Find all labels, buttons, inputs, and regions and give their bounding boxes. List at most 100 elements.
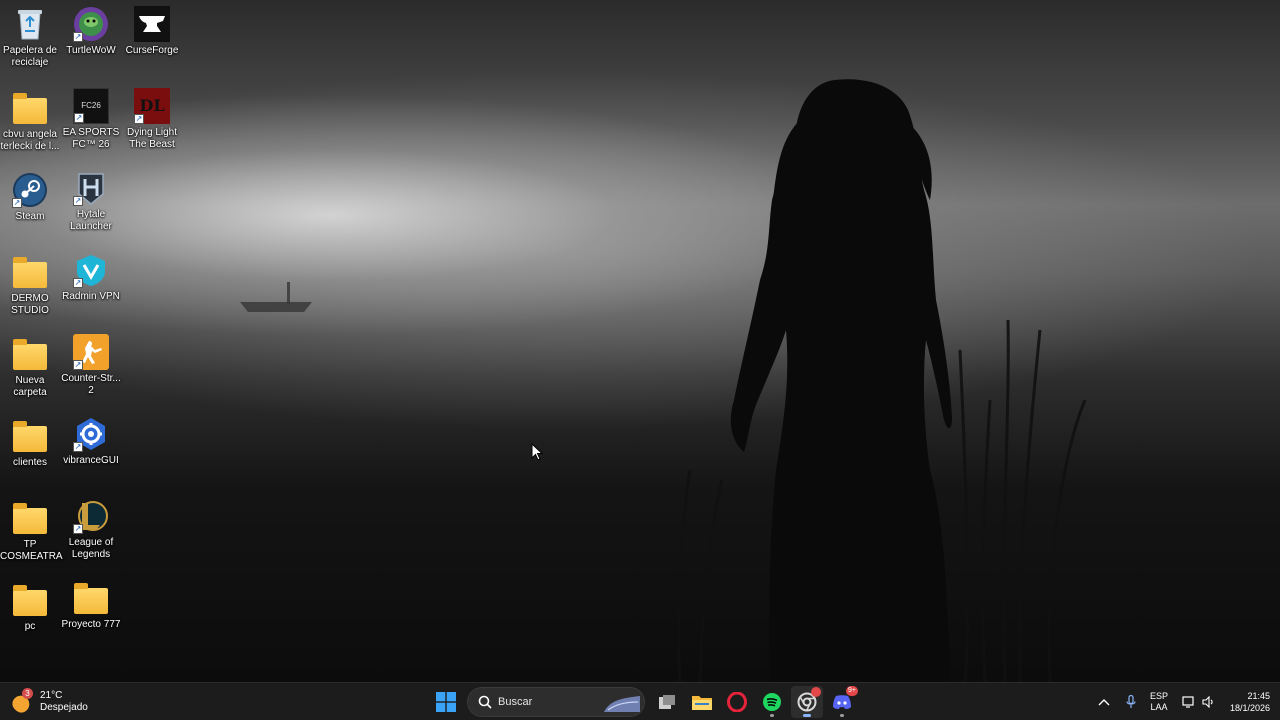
desktop-icon-label: vibranceGUI [63, 455, 119, 466]
spotify-button[interactable] [756, 686, 788, 718]
keyboard-layout: LAA [1150, 702, 1168, 712]
system-tray: ESP LAA 21:45 18/1/2026 [1088, 683, 1270, 720]
weather-condition: Despejado [40, 702, 88, 713]
desktop-icon-label: CurseForge [125, 45, 179, 56]
desktop-icon-folder-clientes[interactable]: clientes [0, 418, 60, 469]
desktop-icon-label: Hytale Launcher [70, 209, 112, 232]
discord-button[interactable]: 9+ [826, 686, 858, 718]
desktop-icon-label: EA SPORTS FC™ 26 [62, 127, 120, 150]
weather-widget[interactable]: 3 21°C Despejado [12, 687, 88, 717]
discord-icon [833, 695, 851, 709]
desktop-icon-folder-dermo[interactable]: DERMO STUDIO [0, 254, 60, 317]
vibrancegui-icon: ↗ [73, 416, 109, 452]
desktop-icon-ea-fc[interactable]: FC26 ↗ EA SPORTS FC™ 26 [61, 88, 121, 151]
desktop-icon-counter-strike[interactable]: ↗ Counter-Str... 2 [61, 334, 121, 397]
microphone-button[interactable] [1126, 695, 1136, 709]
opera-button[interactable] [721, 686, 753, 718]
desktop-icon-label: Dying Light The Beast [126, 127, 178, 150]
windows-start-icon [436, 692, 456, 712]
desktop-icon-label: Papelera de reciclaje [3, 45, 57, 68]
desktop-icon-label: TP COSMEATRA [0, 539, 63, 562]
desktop-icon-label: pc [24, 621, 36, 632]
volume-button[interactable] [1202, 696, 1216, 708]
desktop-icon-radmin-vpn[interactable]: ↗ Radmin VPN [61, 252, 121, 303]
desktop-icon-label: TurtleWoW [66, 45, 116, 56]
desktop-icon-recycle-bin[interactable]: Papelera de reciclaje [0, 6, 60, 69]
desktop-icon-vibrancegui[interactable]: ↗ vibranceGUI [61, 416, 121, 467]
desktop-icon-label: Nueva carpeta [13, 375, 47, 398]
desktop-icon-folder-pc[interactable]: pc [0, 582, 60, 633]
language-code: ESP [1149, 691, 1168, 701]
file-explorer-icon [692, 696, 712, 710]
discord-badge: 9+ [846, 686, 858, 696]
folder-icon [12, 254, 48, 290]
desktop-icon-hytale[interactable]: ↗ Hytale Launcher [61, 170, 121, 233]
recycle-bin-icon [12, 6, 48, 42]
language-indicator[interactable]: ESP LAA [1150, 691, 1168, 713]
radmin-vpn-icon: ↗ [73, 252, 109, 288]
desktop-icon-label: League of Legends [68, 537, 114, 560]
steam-icon: ↗ [12, 172, 48, 208]
spotify-icon [763, 693, 781, 711]
folder-icon [12, 336, 48, 372]
folder-icon [12, 90, 48, 126]
turtlewow-icon: ↗ [73, 6, 109, 42]
ea-fc-logo-text: FC26 [81, 101, 101, 110]
clock-date: 18/1/2026 [1229, 703, 1270, 713]
start-button[interactable] [430, 686, 462, 718]
desktop-icon-curseforge[interactable]: CurseForge [122, 6, 182, 57]
desktop-icon-label: Counter-Str... 2 [61, 373, 121, 396]
desktop-icon-label: Radmin VPN [62, 291, 120, 302]
desktop-icon-label: Steam [15, 211, 45, 222]
chrome-notification-dot [811, 687, 821, 697]
taskbar-center: 9+ [430, 686, 861, 718]
desktop-icon-dying-light[interactable]: DL ↗ Dying Light The Beast [122, 88, 182, 151]
desktop-icon-folder-nueva[interactable]: Nueva carpeta [0, 336, 60, 399]
counter-strike-icon: ↗ [73, 334, 109, 370]
desktop-icon-label: Proyecto 777 [61, 619, 121, 630]
desktop-icon-steam[interactable]: ↗ Steam [0, 172, 60, 223]
file-explorer-button[interactable] [686, 686, 718, 718]
desktop-icon-turtlewow[interactable]: ↗ TurtleWoW [61, 6, 121, 57]
search-icon [478, 695, 492, 709]
network-button[interactable] [1182, 696, 1196, 708]
task-view-icon [659, 695, 675, 709]
dying-light-icon: DL ↗ [134, 88, 170, 124]
microphone-icon [1126, 695, 1136, 708]
wallpaper-art [240, 79, 1087, 682]
clock[interactable]: 21:45 18/1/2026 [1230, 690, 1270, 714]
curseforge-icon [134, 6, 170, 42]
folder-icon [12, 418, 48, 454]
desktop-icon-folder-proyecto[interactable]: Proyecto 777 [61, 580, 121, 631]
search-highlight-icon [604, 696, 640, 712]
ea-sports-fc-icon: FC26 ↗ [73, 88, 109, 124]
league-of-legends-icon: ↗ [73, 498, 109, 534]
folder-icon [12, 582, 48, 618]
dying-light-logo-text: DL [139, 96, 165, 115]
desktop-icon-label: cbvu angela terlecki de l... [0, 129, 60, 152]
desktop-icon-league-of-legends[interactable]: ↗ League of Legends [61, 498, 121, 561]
desktop-icon-label: DERMO STUDIO [11, 293, 49, 316]
folder-icon [73, 580, 109, 616]
hytale-icon: ↗ [73, 170, 109, 206]
folder-icon [12, 500, 48, 536]
chevron-up-icon [1098, 699, 1110, 706]
desktop-wallpaper [0, 0, 1280, 682]
clock-time: 21:45 [1247, 691, 1270, 701]
search-input[interactable] [498, 696, 598, 708]
desktop-icon-folder-tp[interactable]: TP COSMEATRA [0, 500, 63, 563]
speaker-icon [1202, 696, 1213, 708]
weather-badge: 3 [22, 688, 33, 699]
taskbar: 3 21°C Despejado Buscar 9+ ESP LAA 21:45… [0, 682, 1280, 720]
task-view-button[interactable] [651, 686, 683, 718]
mouse-cursor [531, 443, 543, 461]
taskbar-search[interactable] [467, 687, 645, 717]
chrome-button[interactable] [791, 686, 823, 718]
network-icon [1182, 696, 1194, 708]
show-hidden-icons-button[interactable] [1098, 698, 1110, 706]
desktop-icon-label: clientes [13, 457, 47, 468]
weather-icon: 3 [12, 688, 34, 713]
opera-icon [727, 692, 747, 712]
desktop-icon-folder-cbvu[interactable]: cbvu angela terlecki de l... [0, 90, 60, 153]
weather-temp: 21°C [40, 690, 63, 701]
